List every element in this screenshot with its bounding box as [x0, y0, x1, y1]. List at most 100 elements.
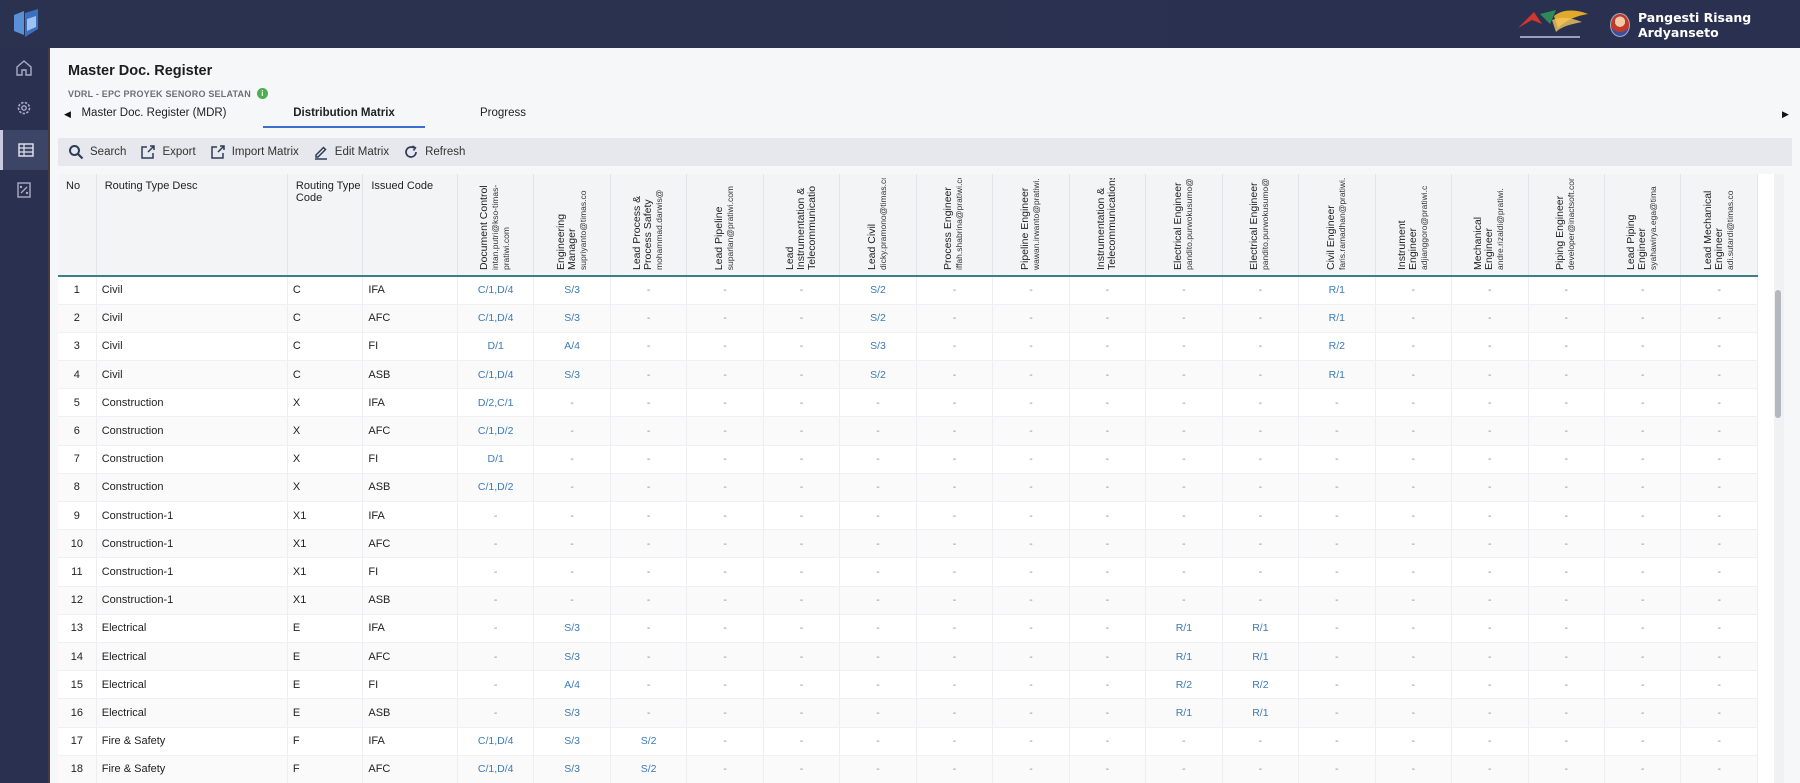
matrix-cell[interactable]: -	[916, 416, 994, 446]
matrix-cell[interactable]: -	[1298, 586, 1376, 615]
tab-scroll-left-icon[interactable]: ◀	[64, 109, 71, 120]
tab-progress[interactable]: Progress	[458, 104, 548, 128]
matrix-cell[interactable]: -	[1069, 360, 1147, 390]
matrix-cell[interactable]: -	[1375, 473, 1453, 503]
matrix-cell[interactable]: S/3	[533, 614, 611, 643]
matrix-cell[interactable]: -	[686, 388, 764, 418]
matrix-cell[interactable]: -	[1069, 529, 1147, 559]
matrix-cell[interactable]: -	[686, 332, 764, 362]
matrix-cell[interactable]: -	[1375, 332, 1453, 362]
header-role[interactable]: Instrumentation & Telecommunications	[1069, 174, 1147, 277]
matrix-cell[interactable]: -	[1069, 670, 1147, 700]
matrix-cell[interactable]: S/3	[533, 642, 611, 672]
matrix-cell[interactable]: S/3	[533, 698, 611, 728]
import-matrix-button[interactable]: Import Matrix	[210, 138, 299, 166]
matrix-cell[interactable]: -	[1298, 529, 1376, 559]
matrix-cell[interactable]: -	[839, 755, 917, 783]
matrix-cell[interactable]: -	[1680, 642, 1758, 672]
matrix-cell[interactable]: -	[992, 304, 1070, 333]
user-menu[interactable]: Pangesti Risang Ardyanseto	[1610, 10, 1800, 40]
matrix-cell[interactable]: -	[457, 670, 535, 700]
matrix-cell[interactable]: -	[1375, 642, 1453, 672]
header-issued-code[interactable]: Issued Code	[362, 174, 458, 277]
matrix-cell[interactable]: -	[1680, 529, 1758, 559]
table-row[interactable]: 1 Civil C IFA C/1,D/4 S/3- - - S/2- - - - - R/1- - - - -	[58, 276, 1758, 305]
matrix-cell[interactable]: -	[686, 445, 764, 474]
matrix-cell[interactable]: -	[1451, 332, 1529, 362]
matrix-cell[interactable]: -	[1222, 388, 1300, 418]
matrix-cell[interactable]: -	[610, 416, 688, 446]
header-role[interactable]: Electrical Engineer pandito.purwokusumo@p…	[1222, 174, 1300, 277]
matrix-cell[interactable]: C/1,D/4	[457, 727, 535, 756]
matrix-cell[interactable]: -	[839, 501, 917, 531]
matrix-cell[interactable]: -	[1604, 614, 1682, 643]
matrix-cell[interactable]: -	[1680, 755, 1758, 783]
matrix-cell[interactable]: -	[1604, 388, 1682, 418]
matrix-cell[interactable]: -	[992, 614, 1070, 643]
matrix-cell[interactable]: -	[1069, 698, 1147, 728]
matrix-cell[interactable]: -	[1375, 698, 1453, 728]
table-row[interactable]: 3 Civil C FI D/1 A/4- - - S/3- - - - - R/2- - - - -	[58, 332, 1758, 362]
matrix-cell[interactable]: -	[1069, 445, 1147, 474]
matrix-cell[interactable]: -	[1375, 304, 1453, 333]
matrix-cell[interactable]: -	[1069, 304, 1147, 333]
matrix-cell[interactable]: -	[457, 501, 535, 531]
matrix-cell[interactable]: -	[1145, 501, 1223, 531]
matrix-cell[interactable]: -	[763, 698, 841, 728]
matrix-cell[interactable]: R/1	[1222, 614, 1300, 643]
header-role[interactable]: Piping Engineer developer@inactsoft.com	[1528, 174, 1605, 277]
matrix-cell[interactable]: -	[533, 501, 611, 531]
matrix-cell[interactable]: -	[992, 388, 1070, 418]
matrix-cell[interactable]: S/2	[839, 304, 917, 333]
header-role[interactable]: Engineering Manager supriyanto@timas.co	[533, 174, 611, 277]
matrix-cell[interactable]: -	[763, 276, 841, 305]
header-role[interactable]: Lead Pipeline suparlan@pratiwi.com	[686, 174, 764, 277]
matrix-cell[interactable]: -	[1451, 670, 1529, 700]
matrix-cell[interactable]: -	[916, 360, 994, 390]
matrix-cell[interactable]: -	[1604, 727, 1682, 756]
matrix-cell[interactable]: -	[1451, 416, 1529, 446]
matrix-cell[interactable]: -	[992, 670, 1070, 700]
matrix-cell[interactable]: -	[839, 473, 917, 503]
matrix-cell[interactable]: -	[1069, 416, 1147, 446]
table-row[interactable]: 7 Construction X FI D/1- - - - - - - - - - - - - - - -	[58, 445, 1758, 474]
matrix-cell[interactable]: -	[1604, 698, 1682, 728]
matrix-cell[interactable]: -	[1528, 642, 1605, 672]
matrix-cell[interactable]: -	[686, 276, 764, 305]
matrix-cell[interactable]: -	[686, 727, 764, 756]
matrix-cell[interactable]: -	[916, 304, 994, 333]
matrix-cell[interactable]: -	[1069, 332, 1147, 362]
matrix-cell[interactable]: -	[763, 388, 841, 418]
matrix-cell[interactable]: -	[916, 388, 994, 418]
matrix-cell[interactable]: -	[1680, 276, 1758, 305]
matrix-cell[interactable]: R/2	[1222, 670, 1300, 700]
matrix-cell[interactable]: -	[1222, 473, 1300, 503]
matrix-cell[interactable]: -	[1680, 360, 1758, 390]
header-role[interactable]: Document Control intan.putri@kso-timas-pr…	[457, 174, 535, 277]
table-row[interactable]: 8 Construction X ASB C/1,D/2- - - - - - - - - - - - - - - -	[58, 473, 1758, 503]
matrix-cell[interactable]: -	[1528, 501, 1605, 531]
matrix-cell[interactable]: -	[1298, 557, 1376, 587]
matrix-cell[interactable]: -	[839, 727, 917, 756]
header-role[interactable]: Civil Engineer faris.ramadhan@pratiwi.com	[1298, 174, 1376, 277]
rail-register[interactable]	[0, 130, 48, 170]
header-role[interactable]: Lead Civil dicky.pramono@timas.com	[839, 174, 917, 277]
matrix-cell[interactable]: -	[1528, 529, 1605, 559]
matrix-cell[interactable]: -	[1069, 388, 1147, 418]
matrix-cell[interactable]: -	[686, 416, 764, 446]
matrix-cell[interactable]: -	[1069, 614, 1147, 643]
tab-mdr[interactable]: Master Doc. Register (MDR)	[78, 104, 230, 128]
matrix-cell[interactable]: -	[686, 614, 764, 643]
matrix-cell[interactable]: R/1	[1145, 642, 1223, 672]
matrix-cell[interactable]: -	[763, 360, 841, 390]
header-role[interactable]: Lead Piping Engineer syahawirya.ega@tima	[1604, 174, 1682, 277]
matrix-cell[interactable]: C/1,D/2	[457, 473, 535, 503]
matrix-cell[interactable]: C/1,D/4	[457, 360, 535, 390]
matrix-cell[interactable]: -	[457, 529, 535, 559]
matrix-cell[interactable]: -	[1528, 473, 1605, 503]
matrix-cell[interactable]: -	[1145, 755, 1223, 783]
matrix-cell[interactable]: -	[1145, 332, 1223, 362]
matrix-cell[interactable]: -	[1604, 642, 1682, 672]
matrix-cell[interactable]: -	[1222, 332, 1300, 362]
matrix-cell[interactable]: -	[1451, 304, 1529, 333]
